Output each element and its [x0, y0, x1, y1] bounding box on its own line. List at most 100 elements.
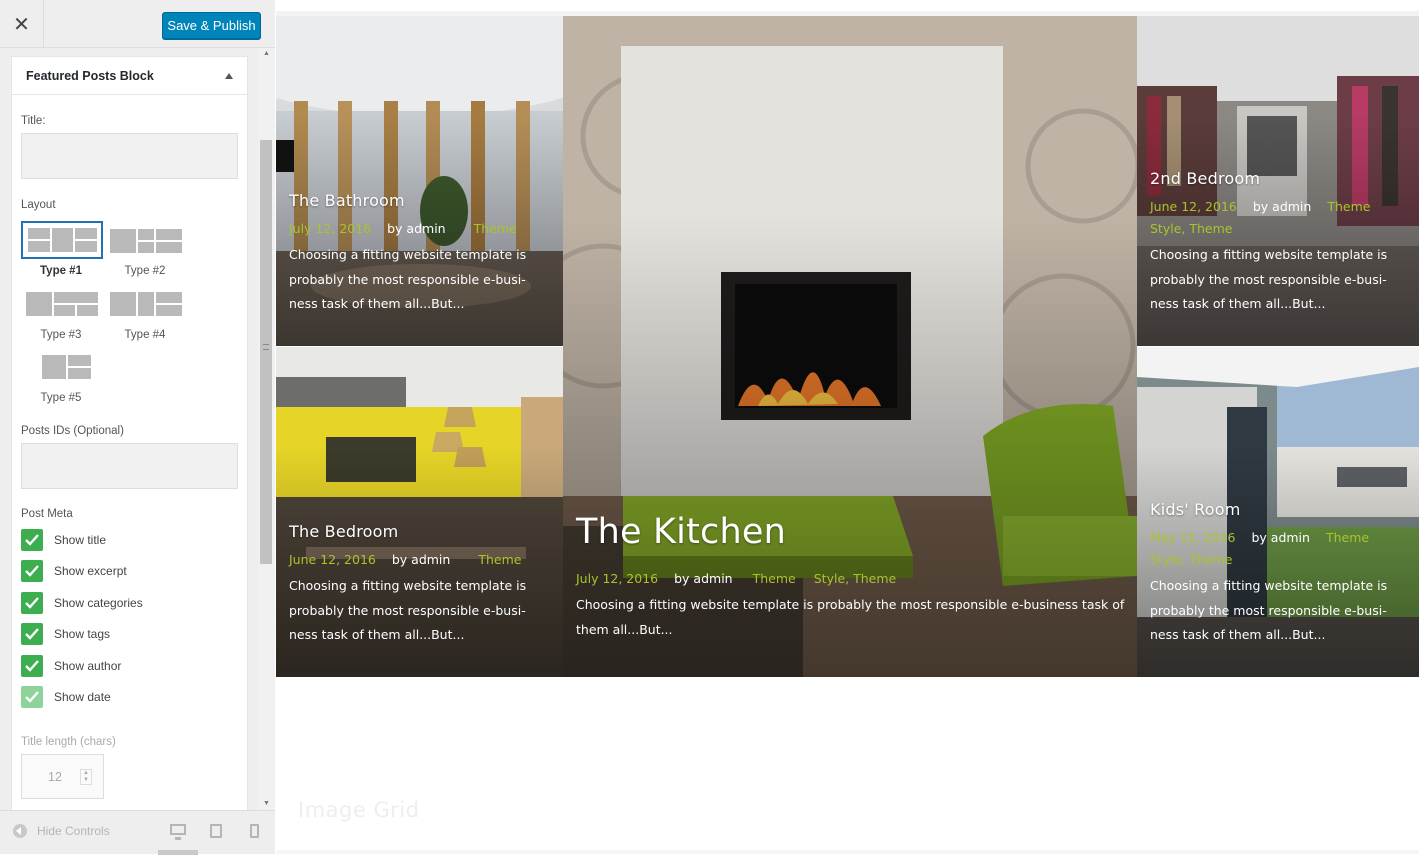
scroll-thumb[interactable]	[260, 140, 272, 564]
post-meta: June 12, 2016 by admin Theme	[289, 549, 551, 571]
show-categories-checkbox[interactable]: Show categories	[21, 591, 143, 615]
show-author-label: Show author	[54, 659, 122, 673]
preview-edge-handle	[276, 140, 294, 172]
layout-type-3-thumb	[25, 289, 99, 317]
post-meta: July 12, 2016 by admin Theme Style, Theme	[576, 568, 1125, 590]
layout-type-2-thumb	[109, 225, 183, 254]
show-title-checkbox[interactable]: Show title	[21, 528, 106, 552]
layout-type-3-label: Type #3	[40, 329, 82, 341]
site-preview: The Bathroom July 12, 2016 by admin Theme …	[276, 0, 1419, 854]
post-excerpt: Choosing a fitting website template is p…	[1150, 578, 1388, 642]
scroll-down-arrow-icon[interactable]: ▼	[258, 798, 275, 810]
post-tags[interactable]: Theme	[474, 221, 517, 236]
controls-panel: Featured Posts Block Title: Layout Type …	[0, 48, 275, 810]
layout-type-5[interactable]: Type #5	[21, 348, 101, 404]
post-meta-label: Post Meta	[21, 508, 73, 520]
post-tags[interactable]: Style, Theme	[1150, 552, 1232, 567]
post-author[interactable]: by admin	[392, 552, 450, 567]
post-card-bedroom[interactable]: The Bedroom June 12, 2016 by admin Theme C…	[276, 347, 563, 677]
title-length-value: 12	[48, 769, 62, 784]
preview-bottom-divider	[276, 850, 1419, 854]
close-icon[interactable]: ✕	[0, 0, 44, 48]
post-content: Kids' Room May 12, 2016 by admin Theme Styl…	[1150, 500, 1407, 648]
scroll-up-arrow-icon[interactable]: ▲	[258, 48, 275, 60]
post-date[interactable]: June 12, 2016	[1150, 199, 1237, 214]
show-title-label: Show title	[54, 533, 107, 547]
customizer-header: ✕ Save & Publish	[0, 0, 275, 48]
post-date[interactable]: May 12, 2016	[1150, 530, 1235, 545]
mobile-preview-icon[interactable]	[250, 824, 259, 838]
post-author[interactable]: by admin	[1251, 530, 1309, 545]
show-excerpt-checkbox[interactable]: Show excerpt	[21, 559, 127, 583]
layout-type-2[interactable]: Type #2	[105, 221, 185, 277]
layout-type-5-label: Type #5	[40, 392, 82, 404]
post-author[interactable]: by admin	[1253, 199, 1311, 214]
save-publish-button[interactable]: Save & Publish	[162, 12, 261, 39]
post-date[interactable]: July 12, 2016	[576, 571, 658, 586]
customizer-footer: Hide Controls	[0, 810, 275, 855]
post-date[interactable]: June 12, 2016	[289, 552, 376, 567]
image-grid-heading: Image Grid	[298, 798, 420, 822]
post-meta: May 12, 2016 by admin Theme Style, Theme	[1150, 527, 1407, 571]
layout-type-5-thumb	[25, 352, 99, 380]
show-excerpt-label: Show excerpt	[54, 564, 127, 578]
post-content: The Bedroom June 12, 2016 by admin Theme C…	[289, 522, 551, 648]
checkmark-icon[interactable]	[21, 592, 43, 614]
tablet-preview-icon[interactable]	[210, 824, 222, 838]
show-categories-label: Show categories	[54, 596, 143, 610]
show-tags-checkbox[interactable]: Show tags	[21, 622, 110, 646]
widget-header[interactable]: Featured Posts Block	[12, 57, 247, 95]
post-author[interactable]: by admin	[674, 571, 732, 586]
layout-type-3[interactable]: Type #3	[21, 285, 101, 341]
layout-type-4[interactable]: Type #4	[105, 285, 185, 341]
post-title[interactable]: The Bedroom	[289, 522, 551, 541]
grip-icon	[263, 344, 269, 350]
post-title[interactable]: Kids' Room	[1150, 500, 1407, 519]
layout-type-2-label: Type #2	[124, 265, 166, 277]
post-categories[interactable]: Theme	[1327, 199, 1370, 214]
customizer-sidebar: ✕ Save & Publish Featured Posts Block Ti…	[0, 0, 275, 855]
show-author-checkbox[interactable]: Show author	[21, 654, 121, 678]
title-length-input[interactable]: 12 ▲ ▼	[21, 754, 104, 799]
checkmark-icon[interactable]	[21, 529, 43, 551]
stepper-arrows-icon[interactable]: ▲ ▼	[80, 769, 92, 785]
layout-type-1[interactable]: Type #1	[21, 221, 103, 277]
post-date[interactable]: July 12, 2016	[289, 221, 371, 236]
title-input[interactable]	[21, 133, 238, 179]
post-tags[interactable]: Theme	[478, 552, 521, 567]
show-date-checkbox[interactable]: Show date	[21, 685, 111, 709]
post-excerpt: Choosing a fitting website template is p…	[289, 247, 527, 311]
post-card-kitchen[interactable]: The Kitchen July 12, 2016 by admin Theme St…	[563, 16, 1137, 677]
checkmark-icon[interactable]	[21, 686, 43, 708]
post-excerpt: Choosing a fitting website template is p…	[289, 578, 527, 642]
posts-ids-input[interactable]	[21, 443, 238, 489]
post-categories[interactable]: Theme	[1326, 530, 1369, 545]
desktop-preview-icon[interactable]	[170, 824, 186, 840]
post-content: The Kitchen July 12, 2016 by admin Theme St…	[576, 512, 1125, 642]
post-tags[interactable]: Style, Theme	[1150, 221, 1232, 236]
collapse-arrow-icon[interactable]	[225, 72, 233, 79]
post-categories[interactable]: Theme	[753, 571, 796, 586]
title-label: Title:	[21, 115, 46, 127]
post-excerpt: Choosing a fitting website template is p…	[1150, 247, 1388, 311]
checkmark-icon[interactable]	[21, 560, 43, 582]
featured-posts-widget: Featured Posts Block Title: Layout Type …	[11, 56, 248, 810]
checkmark-icon[interactable]	[21, 623, 43, 645]
post-meta: June 12, 2016 by admin Theme Style, Theme	[1150, 196, 1407, 240]
post-title[interactable]: The Bathroom	[289, 191, 551, 210]
post-content: 2nd Bedroom June 12, 2016 by admin Theme St…	[1150, 169, 1407, 317]
post-tags[interactable]: Style, Theme	[814, 571, 896, 586]
collapse-left-icon	[13, 824, 27, 838]
post-title[interactable]: 2nd Bedroom	[1150, 169, 1407, 188]
checkmark-icon[interactable]	[21, 655, 43, 677]
post-content: The Bathroom July 12, 2016 by admin Theme …	[289, 191, 551, 317]
sidebar-scrollbar[interactable]: ▲ ▼	[258, 48, 275, 810]
post-card-bathroom[interactable]: The Bathroom July 12, 2016 by admin Theme …	[276, 16, 563, 346]
post-card-kids-room[interactable]: Kids' Room May 12, 2016 by admin Theme Styl…	[1137, 347, 1419, 677]
layout-type-4-label: Type #4	[124, 329, 166, 341]
post-card-2nd-bedroom[interactable]: 2nd Bedroom June 12, 2016 by admin Theme St…	[1137, 16, 1419, 346]
post-title[interactable]: The Kitchen	[576, 512, 1125, 552]
post-excerpt: Choosing a fitting website template is p…	[576, 597, 1125, 637]
post-author[interactable]: by admin	[387, 221, 445, 236]
hide-controls-button[interactable]: Hide Controls	[13, 824, 110, 838]
